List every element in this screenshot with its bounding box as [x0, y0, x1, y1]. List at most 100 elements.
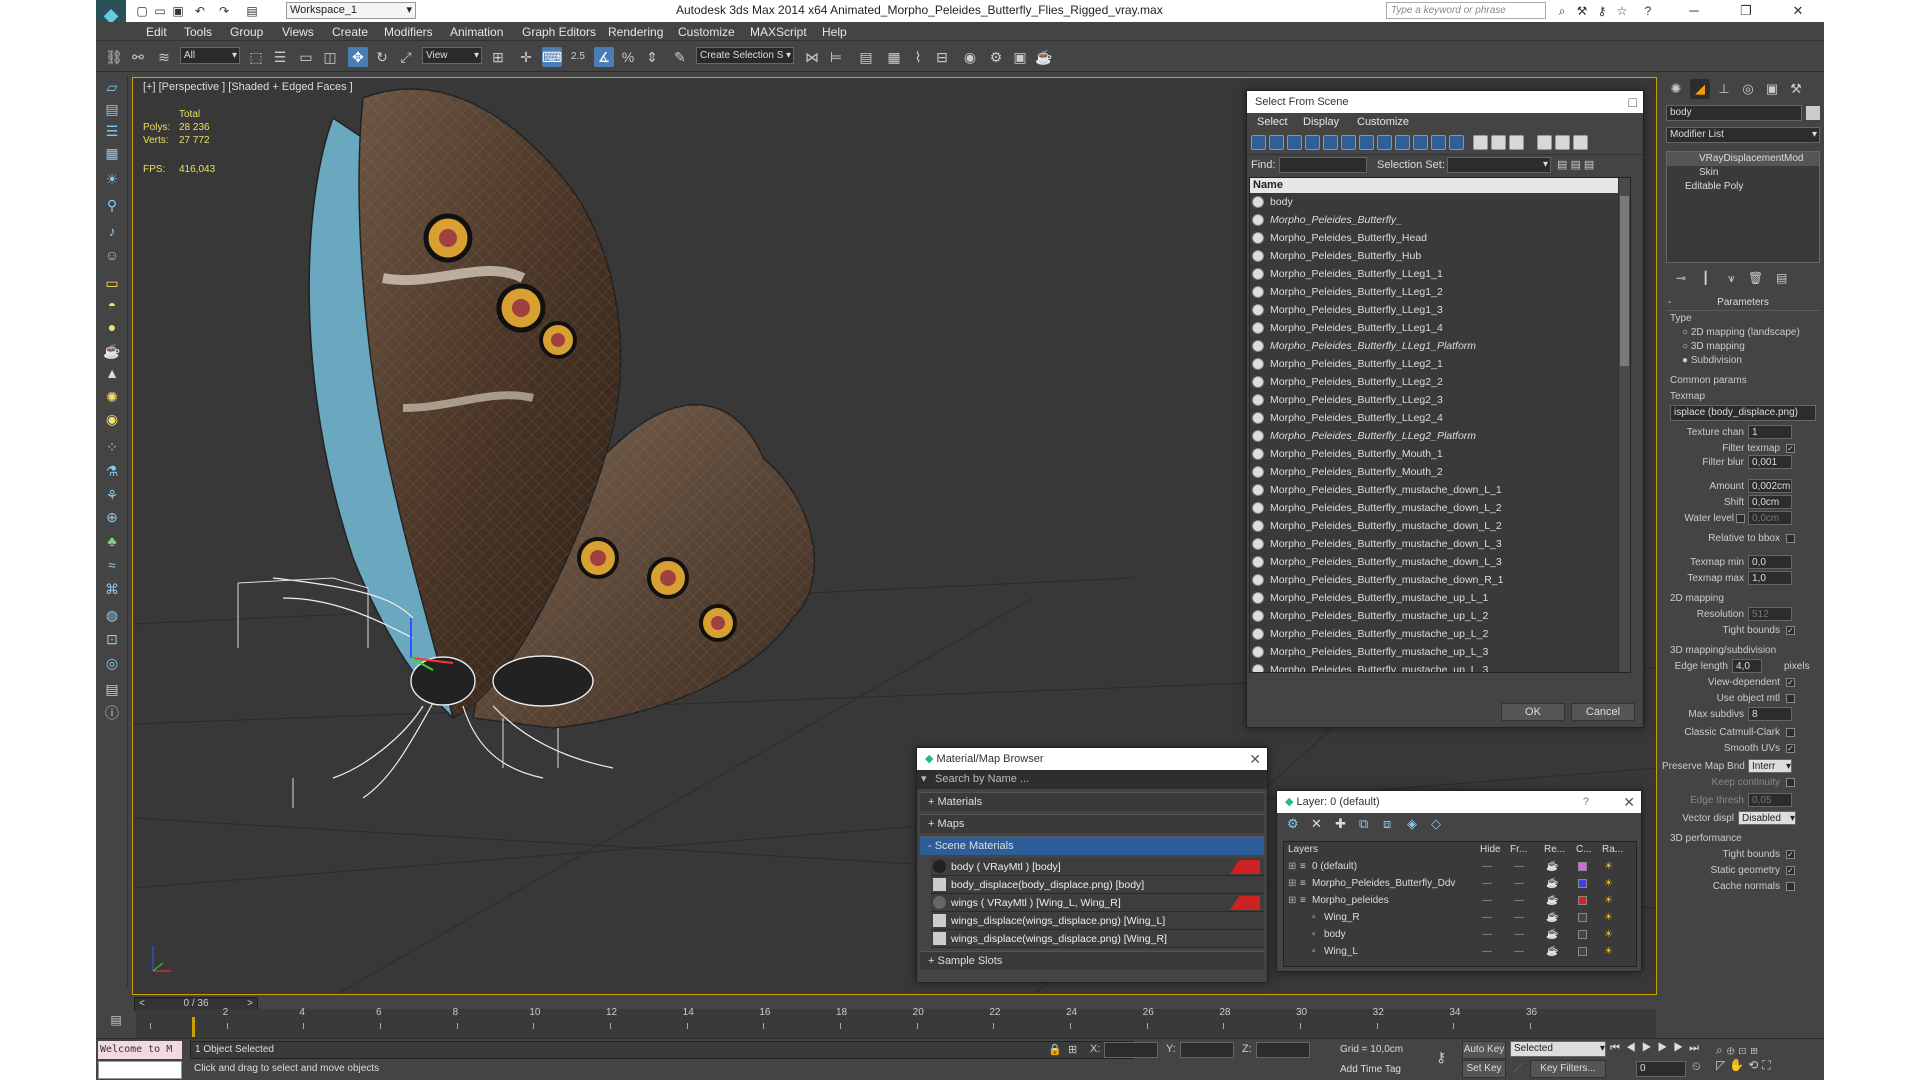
rendered-frame-icon[interactable]: ▣ [1010, 47, 1030, 67]
filter-frozen-icon[interactable] [1431, 135, 1446, 150]
key-mode-icon[interactable]: ⚷ [1436, 1049, 1446, 1066]
track-bar[interactable]: 2 4 6 8 10 12 14 16 18 20 22 24 26 28 30 32 34 36 [136, 1007, 1656, 1039]
pan-icon[interactable]: ✋ [1729, 1058, 1748, 1072]
scrollbar-thumb[interactable] [1620, 196, 1629, 366]
keyboard-shortcut-icon[interactable]: ⌨ [542, 47, 562, 67]
scene-object-row[interactable]: Morpho_Peleides_Butterfly_Mouth_2 [1250, 463, 1630, 481]
settings-icon[interactable]: ▤ [102, 679, 122, 699]
maximize-viewport-icon[interactable]: ⛶ [1762, 1058, 1774, 1072]
select-by-name-icon[interactable]: ☰ [270, 47, 290, 67]
snap-toggle-icon[interactable]: 2.5 [568, 47, 588, 67]
save-icon[interactable]: ▣ [170, 3, 186, 19]
edit-named-selection-icon[interactable]: ✎ [670, 47, 690, 67]
filter-funnel-icon[interactable] [1537, 135, 1552, 150]
zoom-extents-all-icon[interactable]: ⊞ [1750, 1043, 1762, 1057]
menu-maxscript[interactable]: MAXScript [750, 25, 807, 39]
hierarchy-icon[interactable] [1555, 135, 1570, 150]
list-scrollbar[interactable] [1618, 178, 1630, 672]
foliage-icon[interactable]: ♣ [102, 531, 122, 551]
undo-icon[interactable]: ↶ [192, 3, 208, 19]
filter-shapes-icon[interactable] [1269, 135, 1284, 150]
material-editor-icon[interactable]: ◉ [960, 47, 980, 67]
percent-snap-icon[interactable]: % [618, 47, 638, 67]
remove-modifier-icon[interactable]: 🗑 [1748, 271, 1763, 285]
current-frame-field[interactable]: 0 [1636, 1061, 1686, 1077]
scene-object-row[interactable]: Morpho_Peleides_Butterfly_LLeg1_3 [1250, 301, 1630, 319]
scene-object-row[interactable]: Morpho_Peleides_Butterfly_LLeg2_3 [1250, 391, 1630, 409]
modifier-list-dropdown[interactable]: Modifier List ▾ [1666, 127, 1820, 143]
box-icon[interactable]: ▭ [102, 273, 122, 293]
fov-icon[interactable]: ◸ [1716, 1058, 1729, 1072]
layer-color-swatch[interactable] [1578, 896, 1587, 905]
space-warp-icon[interactable]: ⚘ [102, 485, 122, 505]
go-to-end-icon[interactable]: ⏭ [1689, 1042, 1705, 1054]
info-icon[interactable]: ⓘ [102, 703, 122, 723]
select-manipulate-icon[interactable]: ✛ [516, 47, 536, 67]
key-mode-dropdown[interactable]: Selected ▾ [1510, 1041, 1606, 1057]
water-level-spinner[interactable]: 0,0cm [1748, 511, 1792, 525]
disc-icon[interactable]: ◉ [102, 409, 122, 429]
spinner-snap-icon[interactable]: ⇕ [642, 47, 662, 67]
material-item[interactable]: wings_displace(wings_displace.png) [Wing… [931, 930, 1264, 948]
utilities-tab-icon[interactable]: ⚒ [1786, 79, 1806, 99]
scene-object-row[interactable]: Morpho_Peleides_Butterfly_ [1250, 211, 1630, 229]
expand-icon[interactable]: ⊞ [1288, 892, 1296, 909]
type-subdivision-option[interactable]: ● Subdivision [1682, 355, 1742, 366]
freeze-toggle[interactable]: — [1514, 909, 1524, 926]
filter-helpers-icon[interactable] [1323, 135, 1338, 150]
people-icon[interactable]: ☺ [102, 245, 122, 265]
physics-icon[interactable]: ⚗ [102, 461, 122, 481]
expand-icon[interactable]: ⊞ [1288, 875, 1296, 892]
freeze-toggle[interactable]: — [1514, 875, 1524, 892]
selection-filter-dropdown[interactable]: All ▾ [180, 47, 240, 64]
x-coordinate-field[interactable] [1104, 1042, 1158, 1058]
go-to-start-icon[interactable]: ⏮ [1610, 1042, 1626, 1054]
environment-icon[interactable]: ◎ [102, 653, 122, 673]
maxscript-input[interactable] [98, 1061, 182, 1079]
scene-object-row[interactable]: Morpho_Peleides_Butterfly_mustache_up_L_… [1250, 643, 1630, 661]
menu-views[interactable]: Views [282, 25, 314, 39]
render-teapot-icon[interactable]: ☕ [1546, 943, 1558, 960]
close-icon[interactable]: ✕ [1623, 791, 1635, 813]
max-subdivs-spinner[interactable]: 8 [1748, 707, 1792, 721]
object-name-field[interactable]: body [1666, 105, 1802, 121]
scene-object-row[interactable]: Morpho_Peleides_Butterfly_Mouth_1 [1250, 445, 1630, 463]
filter-texmap-checkbox[interactable]: ✓ [1786, 444, 1795, 453]
material-item[interactable]: wings ( VRayMtl ) [Wing_L, Wing_R] [931, 894, 1264, 912]
layer-row[interactable]: ▫ body — — ☕ ☀ [1284, 926, 1636, 943]
rollout-scene-materials[interactable]: - Scene Materials [920, 836, 1264, 855]
bind-spacewarp-icon[interactable]: ≋ [154, 47, 174, 67]
binoculars-icon[interactable]: ⌕ [1554, 3, 1570, 19]
select-scale-icon[interactable]: ⤢ [396, 47, 416, 67]
scene-object-row[interactable]: Morpho_Peleides_Butterfly_LLeg1_1 [1250, 265, 1630, 283]
sphere-icon[interactable]: ● [102, 317, 122, 337]
render-region-icon[interactable]: ⊡ [102, 629, 122, 649]
create-tab-icon[interactable]: ✺ [1666, 79, 1686, 99]
menu-rendering[interactable]: Rendering [608, 25, 663, 39]
make-unique-icon[interactable]: ⩛ [1728, 271, 1735, 286]
tight-bounds-checkbox[interactable]: ✓ [1786, 626, 1795, 635]
preserve-map-dropdown[interactable]: Interr ▾ [1748, 759, 1792, 773]
hide-toggle[interactable]: — [1482, 875, 1492, 892]
render-teapot-icon[interactable]: ☕ [1546, 858, 1558, 875]
radiosity-icon[interactable]: ☀ [1604, 892, 1613, 909]
lock-selection-icon[interactable]: 🔒 [1048, 1043, 1062, 1056]
redo-icon[interactable]: ↷ [216, 3, 232, 19]
render-teapot-icon[interactable]: ☕ [1546, 926, 1558, 943]
hide-toggle[interactable]: — [1482, 943, 1492, 960]
add-layer-icon[interactable]: ✚ [1335, 816, 1346, 832]
graphite-tools-icon[interactable]: ▦ [884, 47, 904, 67]
select-in-layer-icon[interactable]: ⧈ [1383, 816, 1391, 832]
set-key-button[interactable]: Set Key [1462, 1060, 1506, 1078]
hierarchy-tab-icon[interactable]: ⊥ [1714, 79, 1734, 99]
texmap-min-spinner[interactable]: 0,0 [1748, 555, 1792, 569]
material-search-input[interactable]: ▾ Search by Name ... [917, 770, 1267, 789]
delete-layer-icon[interactable]: ✕ [1311, 816, 1322, 832]
show-end-result-icon[interactable]: ┃ [1702, 271, 1709, 285]
hide-toggle[interactable]: — [1482, 858, 1492, 875]
menu-select[interactable]: Select [1257, 116, 1288, 128]
key-icon[interactable]: ⚷ [1594, 3, 1610, 19]
pivot-center-icon[interactable]: ⊞ [488, 47, 508, 67]
project-folder-icon[interactable]: ▤ [244, 3, 260, 19]
smooth-uvs-checkbox[interactable]: ✓ [1786, 744, 1795, 753]
